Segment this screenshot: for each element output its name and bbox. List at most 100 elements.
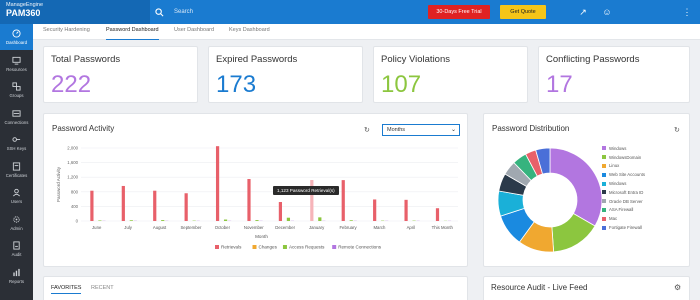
donut-slice[interactable] [549,147,603,227]
legend-swatch [602,146,606,151]
legend-label: Web Site Accounts [609,172,645,178]
certificate-icon [12,161,21,171]
bar-access-requests [349,220,353,221]
nav-label: Certificates [5,172,28,178]
x-tick-label: August [153,225,167,230]
bar-retrievals [215,146,220,221]
rocket-icon[interactable]: ↗ [576,5,590,19]
reports-icon [13,268,20,276]
legend-swatch [602,181,606,186]
bar-access-requests [223,219,228,221]
nav-item-connections[interactable]: Connections [0,104,33,130]
nav-label: Reports [8,278,25,284]
company-name: ManageEngine [6,2,44,8]
legend-swatch [602,190,606,195]
y-tick-label: 1,600 [67,160,78,165]
legend-label: Fortigate Firewall [609,225,642,231]
resource-audit-panel: Resource Audit - Live Feed ⚙ [483,276,690,300]
legend-item[interactable]: Mac [602,214,645,223]
x-tick-label: December [275,225,295,230]
kpi-value: 173 [216,71,257,98]
nav-item-groups[interactable]: Groups [0,77,33,103]
nav-label: Groups [9,93,24,98]
bar-access-requests [161,220,165,221]
tab-keys-dashboard[interactable]: Keys Dashboard [229,27,270,40]
top-bar: ManageEngine PAM360 Search 30-Days Free … [0,0,700,24]
chart-tooltip: 1,123 Password Retrieval(s) [273,186,339,195]
y-tick-label: 1,200 [67,175,78,180]
feed-title: Resource Audit - Live Feed [491,283,588,292]
bar-access-requests [255,220,259,221]
tab-user-dashboard[interactable]: User Dashboard [174,27,214,40]
search-box[interactable]: Search [150,0,330,24]
y-tick-label: 800 [71,189,79,194]
x-axis-label: Month [255,234,268,239]
y-tick-label: 2,000 [67,146,78,151]
more-icon[interactable]: ⋮ [680,5,694,19]
tab-password-dashboard[interactable]: Password Dashboard [106,27,159,40]
legend-swatch [602,225,606,230]
legend-label: Mac [609,216,618,222]
tab-recent[interactable]: RECENT [91,285,114,291]
legend-swatch [252,245,257,249]
free-trial-button[interactable]: 30-Days Free Trial [428,5,490,19]
nav-label: SSH Keys [6,146,27,151]
kpi-value: 222 [51,71,92,98]
nav-item-certificates[interactable]: Certificates [0,157,33,183]
tab-favorites[interactable]: FAVORITES [51,285,82,294]
legend-swatch [602,172,606,177]
x-tick-label: March [373,225,386,230]
nav-item-dashboard[interactable]: Dashboard [0,24,33,50]
legend-item[interactable]: Fortigate Firewall [602,223,645,232]
legend-item[interactable]: ASA Firewall [602,206,645,215]
kpi-total-passwords[interactable]: Total Passwords 222 [43,46,198,103]
x-tick-label: This Month [432,225,454,230]
x-tick-label: June [92,225,102,230]
legend-item[interactable]: Web Site Accounts [602,170,645,179]
legend-swatch [282,245,287,249]
legend-item[interactable]: Windows [602,179,645,188]
bar-access-requests [129,220,133,221]
legend-label: Remote Connections [338,245,382,250]
dashboard-tabs: Security Hardening Password Dashboard Us… [33,24,700,40]
nav-label: Dashboard [5,40,28,45]
nav-item-ssh-keys[interactable]: SSH Keys [0,130,33,156]
get-quote-button[interactable]: Get Quote [500,5,546,19]
kpi-title: Policy Violations [381,54,451,65]
legend-item[interactable]: WindowsDomain [602,153,645,162]
nav-item-resources[interactable]: Resources [0,51,33,77]
legend-label: Windows [609,181,627,187]
product-name: PAM360 [6,8,41,18]
legend-item[interactable]: Oracle DB Server [602,197,645,206]
bar-retrievals [435,208,440,221]
left-nav: Dashboard Resources Groups Connections SSH K… [0,24,33,300]
legend-swatch [602,199,606,204]
kpi-expired-passwords[interactable]: Expired Passwords 173 [208,46,363,103]
x-tick-label: September [180,225,202,230]
nav-item-admin[interactable]: Admin [0,210,33,236]
panel-title: Password Distribution [492,124,570,133]
legend-item[interactable]: Microsoft Entra ID [602,188,645,197]
legend-label: Access Requests [289,245,325,250]
legend-item[interactable]: Linux [602,162,645,171]
kpi-policy-violations[interactable]: Policy Violations 107 [373,46,528,103]
refresh-icon[interactable]: ↻ [674,126,681,134]
kpi-value: 107 [381,71,422,98]
legend-item[interactable]: Windows [602,144,645,153]
password-distribution-donut [497,147,603,253]
nav-item-users[interactable]: Users [0,183,33,209]
nav-item-reports[interactable]: Reports [0,263,33,289]
bar-retrievals [373,199,377,221]
kpi-conflicting-passwords[interactable]: Conflicting Passwords 17 [538,46,690,103]
tab-security-hardening[interactable]: Security Hardening [43,27,90,40]
admin-gear-icon [13,215,20,223]
brand-logo[interactable]: ManageEngine PAM360 [0,0,150,24]
distribution-legend: Windows WindowsDomain Linux Web Site Accoun… [602,144,645,232]
password-activity-chart: 0 400 800 1,200 1,600 2,000 Password Activity J… [56,146,458,250]
legend-label: Oracle DB Server [609,198,643,204]
user-settings-icon[interactable]: ☺ [600,5,614,19]
nav-item-audit[interactable]: Audit [0,236,33,262]
legend-swatch [215,245,219,249]
bar-retrievals [90,190,94,221]
settings-gear-icon[interactable]: ⚙ [674,283,681,292]
